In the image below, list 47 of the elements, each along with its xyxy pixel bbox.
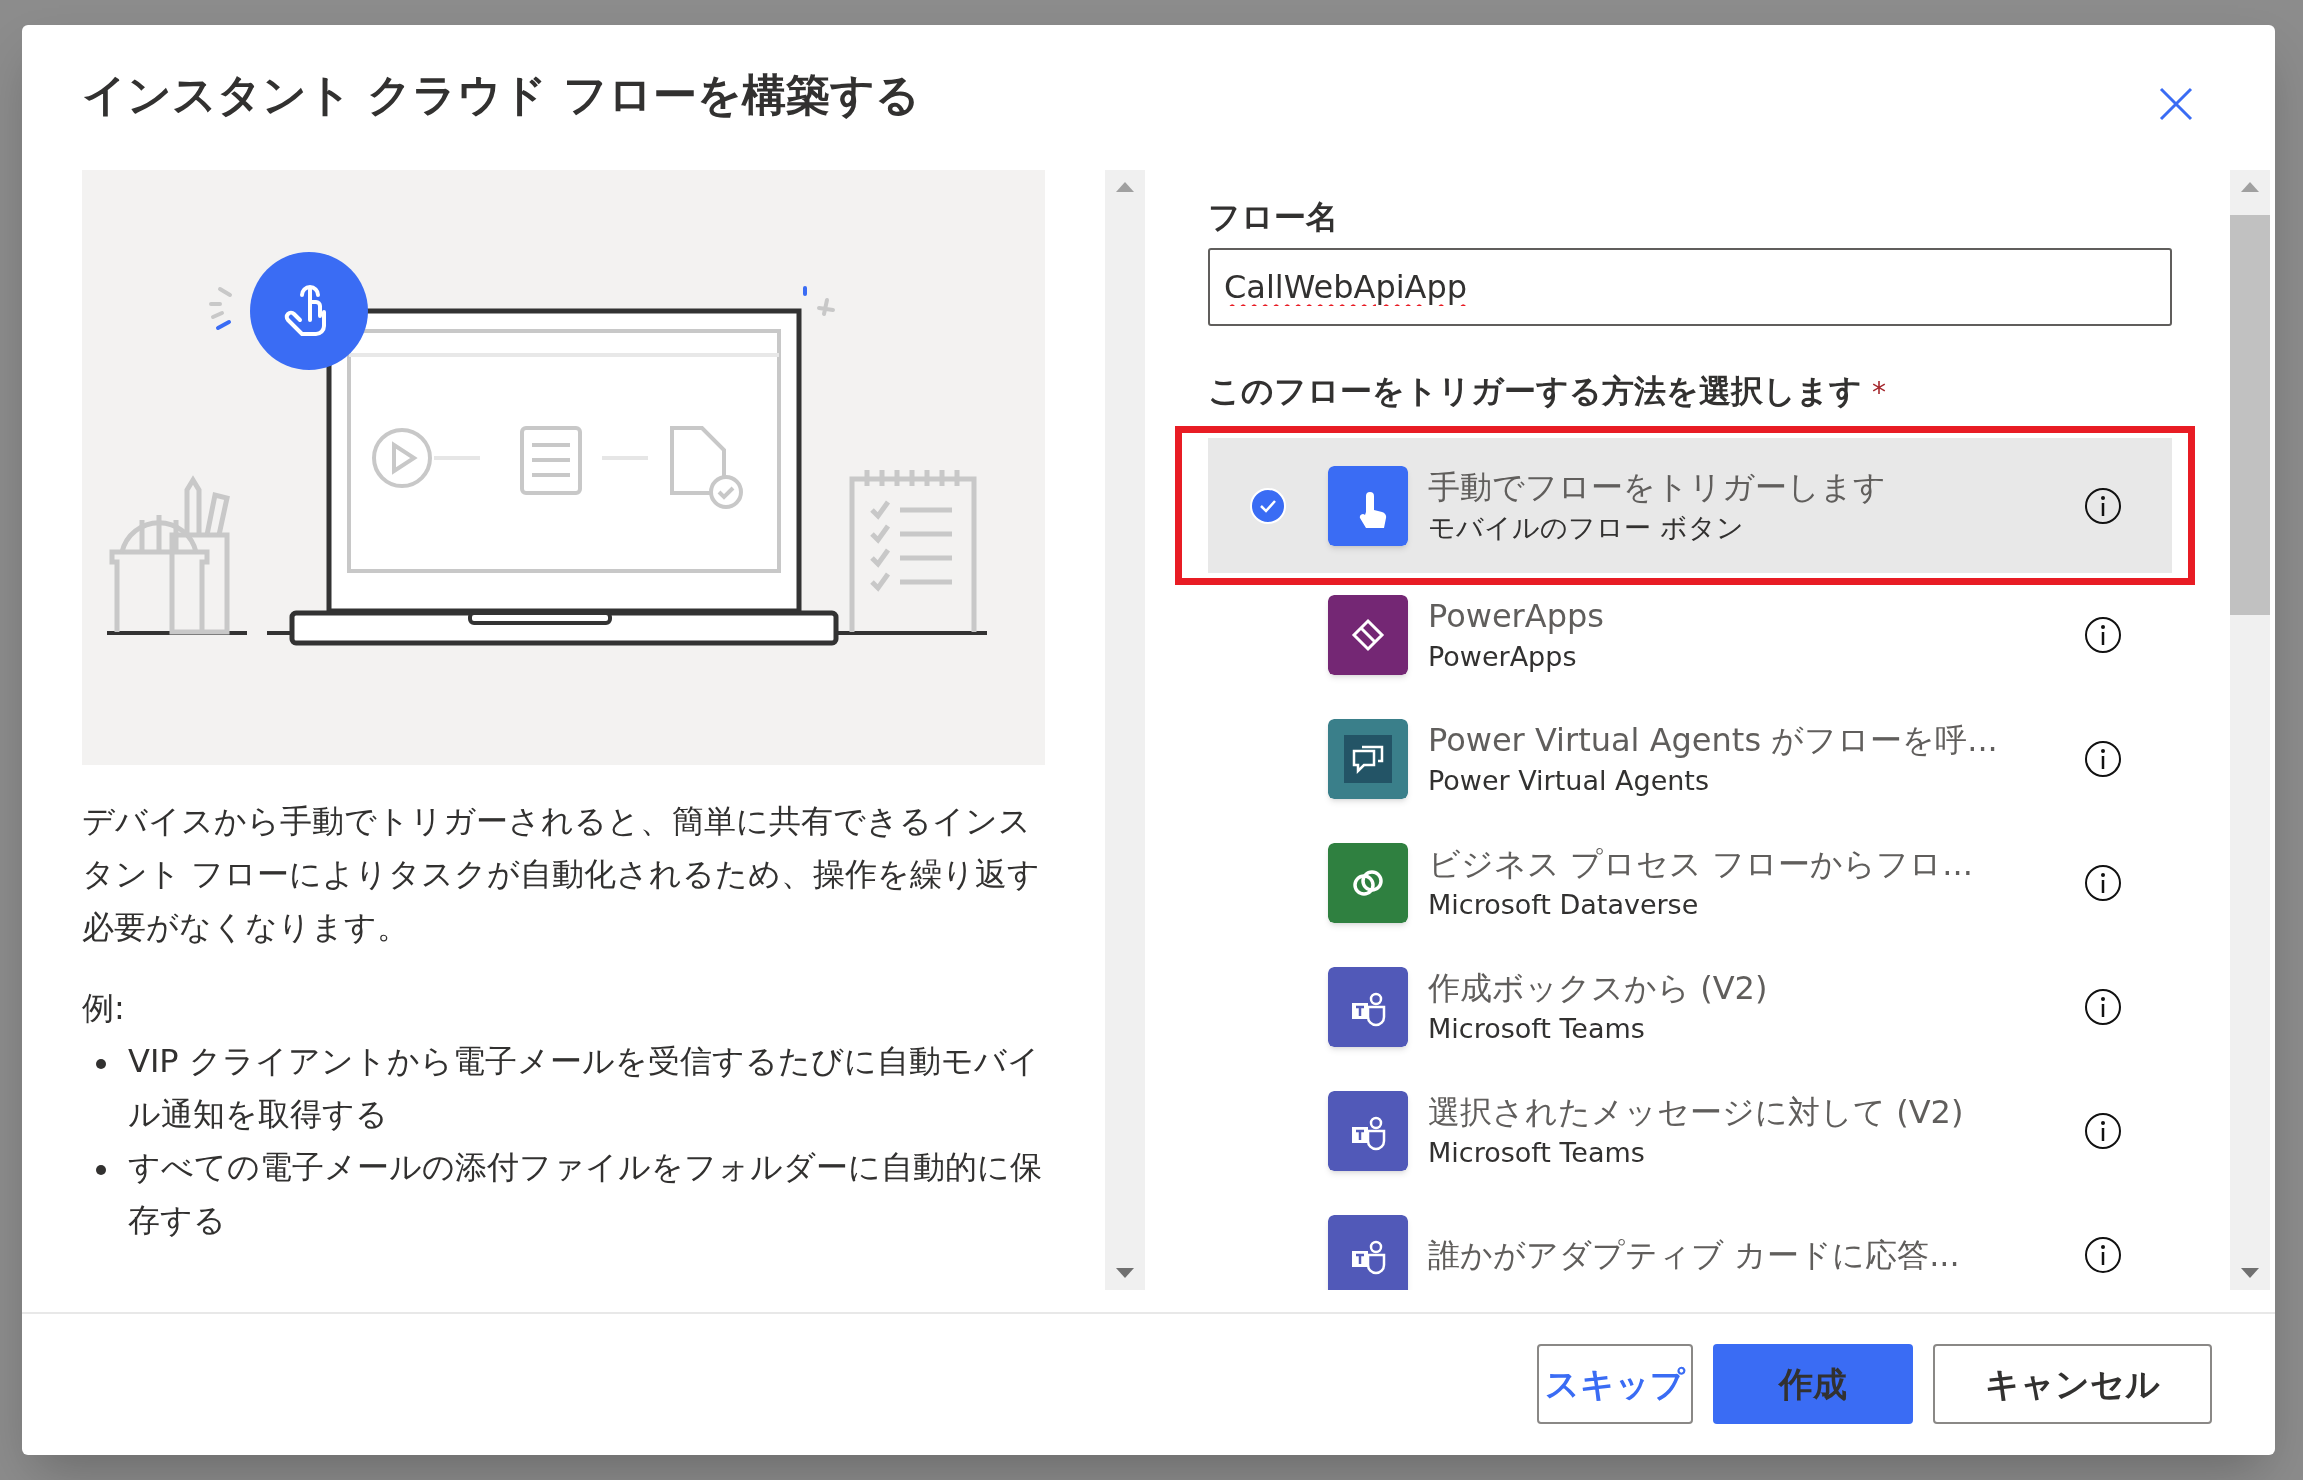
scroll-thumb[interactable] (2230, 215, 2270, 615)
trigger-subtitle: PowerApps (1428, 640, 1578, 674)
examples-label: 例: (82, 988, 126, 1029)
trigger-title: ビジネス プロセス フローからフロ... (1428, 844, 1974, 885)
trigger-option[interactable]: 手動でフローをトリガーします モバイルのフロー ボタン (1208, 438, 2172, 573)
bullet-icon (96, 1059, 106, 1069)
info-icon[interactable] (2084, 616, 2122, 654)
info-icon[interactable] (2084, 1236, 2122, 1274)
info-icon[interactable] (2084, 1112, 2122, 1150)
flow-name-field[interactable]: CallWebApiApp (1208, 248, 2172, 326)
info-icon[interactable] (2084, 740, 2122, 778)
info-icon[interactable] (2084, 486, 2122, 525)
trigger-subtitle: Microsoft Dataverse (1428, 888, 1700, 922)
close-icon[interactable] (2159, 87, 2193, 121)
description-text: デバイスから手動でトリガーされると、簡単に共有できるインスタント フローによりタスクが自動化されるため、操作を繰り返す必要がなくなります。 (82, 801, 1042, 948)
info-icon[interactable] (2084, 988, 2122, 1026)
trigger-option[interactable]: 作成ボックスから (V2) Microsoft Teams (1208, 945, 2172, 1069)
trigger-title: 作成ボックスから (V2) (1428, 968, 1769, 1009)
trigger-label: このフローをトリガーする方法を選択します (1208, 371, 1862, 412)
required-mark: * (1872, 375, 1886, 411)
field-label: フロー名 (1208, 197, 1339, 238)
checkmark-icon (1249, 486, 1287, 525)
trigger-option[interactable]: Power Virtual Agents がフローを呼... Power Virtual Agents (1208, 697, 2172, 821)
trigger-option[interactable]: ビジネス プロセス フローからフロ... Microsoft Dataverse (1208, 821, 2172, 945)
scrollbar[interactable] (1105, 170, 1145, 1290)
scrollbar[interactable] (2230, 170, 2270, 1290)
trigger-title: 誰かがアダプティブ カードに応答... (1428, 1235, 1961, 1276)
trigger-option[interactable]: 誰かがアダプティブ カードに応答... (1208, 1193, 2172, 1290)
trigger-option[interactable]: PowerApps PowerApps (1208, 573, 2172, 697)
scroll-down-icon[interactable] (1116, 1268, 1134, 1278)
trigger-title: 選択されたメッセージに対して (V2) (1428, 1092, 1965, 1133)
trigger-title: PowerApps (1428, 596, 1605, 637)
example-text: VIP クライアントから電子メールを受信するたびに自動モバイル通知を取得する (128, 1041, 1041, 1135)
trigger-subtitle: Power Virtual Agents (1428, 764, 1710, 798)
example-text: すべての電子メールの添付ファイルをフォルダーに自動的に保存する (128, 1147, 1043, 1241)
trigger-option[interactable]: 選択されたメッセージに対して (V2) Microsoft Teams (1208, 1069, 2172, 1193)
trigger-subtitle: Microsoft Teams (1428, 1012, 1646, 1046)
trigger-subtitle: モバイルのフロー ボタン (1428, 510, 1745, 545)
bullet-icon (96, 1165, 106, 1175)
dialog-button[interactable]: キャンセル (1933, 1344, 2212, 1424)
dialog-title: インスタント クラウド フローを構築する (82, 68, 920, 122)
dialog-button[interactable]: スキップ (1537, 1344, 1693, 1424)
scroll-down-icon[interactable] (2241, 1268, 2259, 1278)
trigger-subtitle: Microsoft Teams (1428, 1136, 1646, 1170)
info-icon[interactable] (2084, 864, 2122, 902)
trigger-title: 手動でフローをトリガーします (1428, 466, 1887, 508)
trigger-title: Power Virtual Agents がフローを呼... (1428, 720, 1999, 761)
